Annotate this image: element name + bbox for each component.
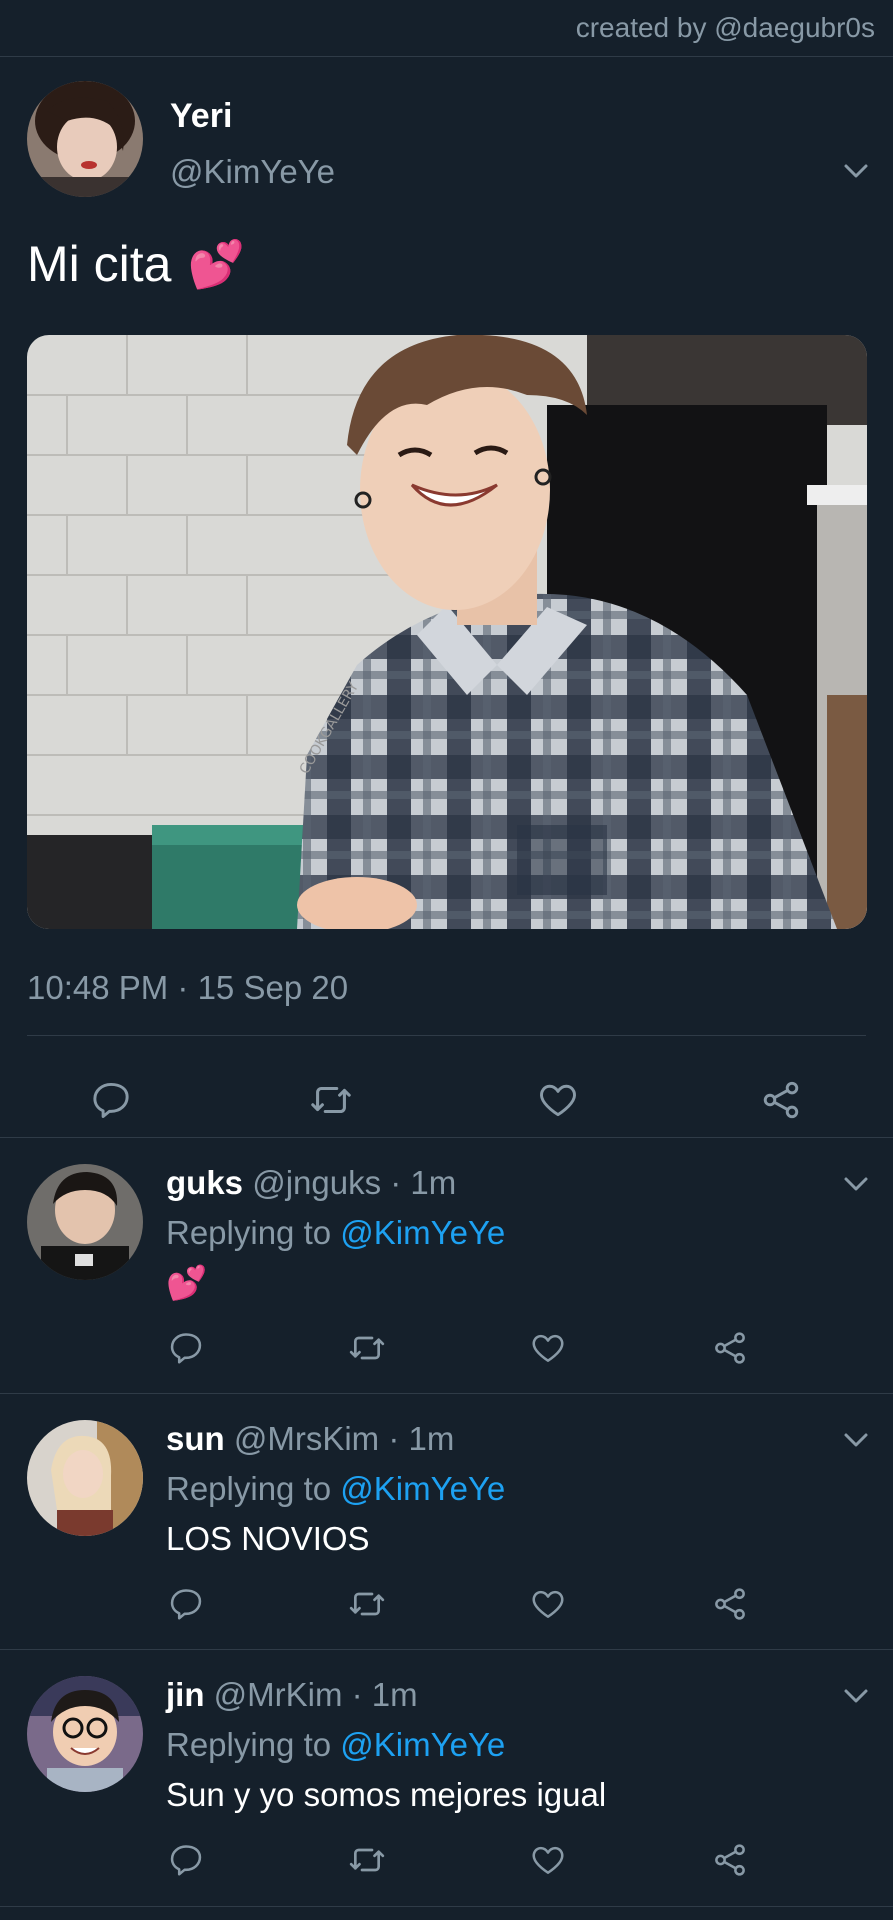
reply-header: jin @MrKim · 1m — [166, 1676, 418, 1714]
avatar[interactable] — [27, 1420, 143, 1536]
author-handle[interactable]: @KimYeYe — [170, 153, 335, 191]
chevron-down-icon[interactable] — [840, 1680, 872, 1712]
reply-tweet[interactable]: jin @MrKim · 1m Replying to @KimYeYe Sun… — [0, 1649, 893, 1906]
like-icon[interactable] — [535, 1077, 581, 1123]
tweet-timestamp[interactable]: 10:48 PM · 15 Sep 20 — [27, 969, 348, 1007]
tweet-photo[interactable]: COOKGALLERY — [27, 335, 867, 929]
author-name[interactable]: Yeri — [170, 97, 232, 136]
reply-icon[interactable] — [166, 1328, 206, 1368]
chevron-down-icon[interactable] — [840, 1168, 872, 1200]
tweet-actions — [0, 1065, 893, 1135]
reply-author-handle[interactable]: @MrsKim · 1m — [234, 1420, 454, 1457]
like-icon[interactable] — [528, 1840, 568, 1880]
reply-actions — [0, 1328, 893, 1378]
replying-to: Replying to @KimYeYe — [166, 1214, 505, 1252]
reply-text: Sun y yo somos mejores igual — [166, 1776, 607, 1813]
reply-header: sun @MrsKim · 1m — [166, 1420, 454, 1458]
mention-link[interactable]: @KimYeYe — [340, 1726, 505, 1763]
reply-icon[interactable] — [166, 1840, 206, 1880]
avatar[interactable] — [27, 81, 143, 197]
reply-icon[interactable] — [166, 1584, 206, 1624]
retweet-icon[interactable] — [347, 1328, 387, 1368]
share-icon[interactable] — [710, 1328, 750, 1368]
share-icon[interactable] — [710, 1584, 750, 1624]
replying-label: Replying to — [166, 1470, 332, 1507]
like-icon[interactable] — [528, 1584, 568, 1624]
mention-link[interactable]: @KimYeYe — [340, 1214, 505, 1251]
reply-text: 💕 — [166, 1264, 208, 1301]
reply-text: LOS NOVIOS — [166, 1520, 370, 1557]
reply-author-name[interactable]: guks — [166, 1164, 243, 1201]
tweet-text-content: Mi cita — [27, 236, 172, 292]
replying-label: Replying to — [166, 1726, 332, 1763]
like-icon[interactable] — [528, 1328, 568, 1368]
retweet-icon[interactable] — [347, 1840, 387, 1880]
replying-to: Replying to @KimYeYe — [166, 1726, 505, 1764]
reply-author-name[interactable]: sun — [166, 1420, 225, 1457]
reply-header: guks @jnguks · 1m — [166, 1164, 456, 1202]
avatar[interactable] — [27, 1164, 143, 1280]
replying-to: Replying to @KimYeYe — [166, 1470, 505, 1508]
tweet-text: Mi cita 💕 — [27, 235, 245, 293]
credit-text: created by @daegubr0s — [575, 12, 875, 43]
reply-icon[interactable] — [88, 1077, 134, 1123]
chevron-down-icon[interactable] — [840, 1424, 872, 1456]
credit-bar: created by @daegubr0s — [0, 0, 893, 57]
reply-tweet[interactable]: sun @MrsKim · 1m Replying to @KimYeYe LO… — [0, 1393, 893, 1650]
reply-author-name[interactable]: jin — [166, 1676, 205, 1713]
retweet-icon[interactable] — [308, 1077, 354, 1123]
share-icon[interactable] — [710, 1840, 750, 1880]
retweet-icon[interactable] — [347, 1584, 387, 1624]
share-icon[interactable] — [758, 1077, 804, 1123]
two-hearts-emoji: 💕 — [187, 237, 245, 290]
reply-author-handle[interactable]: @MrKim · 1m — [214, 1676, 418, 1713]
mention-link[interactable]: @KimYeYe — [340, 1470, 505, 1507]
replying-label: Replying to — [166, 1214, 332, 1251]
reply-actions — [0, 1584, 893, 1634]
reply-actions — [0, 1840, 893, 1890]
reply-tweet[interactable]: guks @jnguks · 1m Replying to @KimYeYe 💕 — [0, 1137, 893, 1394]
avatar[interactable] — [27, 1676, 143, 1792]
divider — [0, 1906, 893, 1907]
reply-author-handle[interactable]: @jnguks · 1m — [252, 1164, 456, 1201]
chevron-down-icon[interactable] — [840, 155, 872, 187]
divider — [27, 1035, 866, 1036]
